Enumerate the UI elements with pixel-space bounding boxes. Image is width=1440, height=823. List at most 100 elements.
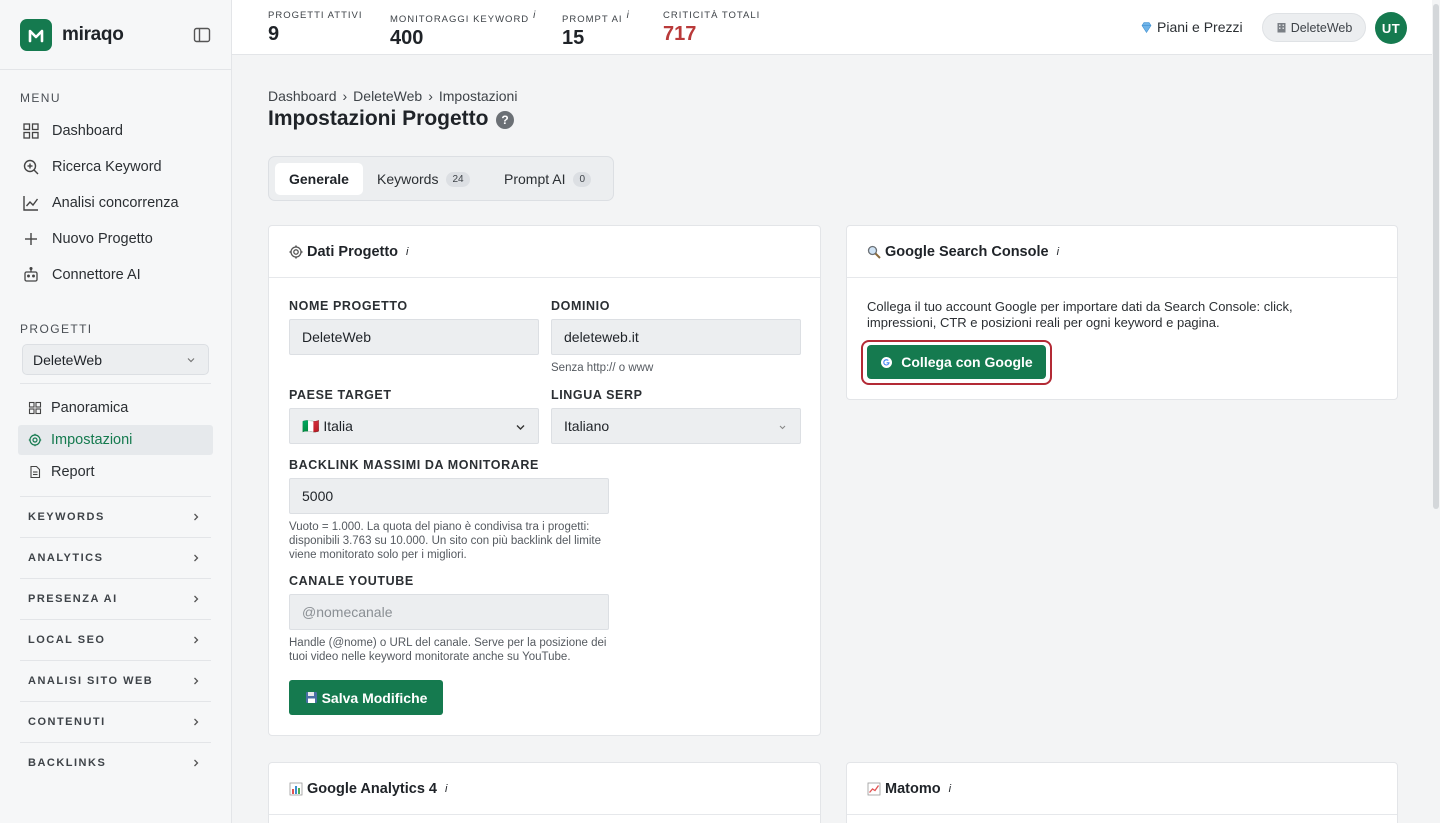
avatar[interactable]: UT bbox=[1375, 12, 1407, 44]
stat-value: 9 bbox=[268, 23, 280, 45]
group-label: CONTENUTI bbox=[28, 716, 106, 728]
breadcrumb-item[interactable]: Dashboard bbox=[268, 88, 337, 104]
nome-progetto-input[interactable]: DeleteWeb bbox=[289, 319, 539, 355]
document-icon bbox=[30, 465, 41, 479]
info-icon[interactable]: i bbox=[445, 783, 447, 795]
dominio-input[interactable]: deleteweb.it bbox=[551, 319, 801, 355]
tab-generale[interactable]: Generale bbox=[275, 163, 363, 195]
chevron-right-icon bbox=[194, 513, 199, 521]
group-label: ANALYTICS bbox=[28, 552, 104, 564]
plans-link[interactable]: Piani e Prezzi bbox=[1140, 19, 1243, 35]
page-title: Impostazioni Progetto bbox=[268, 107, 489, 130]
tabs: Generale Keywords 24 Prompt AI 0 bbox=[268, 156, 614, 201]
sidebar-group-contenuti[interactable]: CONTENUTI bbox=[20, 701, 211, 742]
tab-label: Prompt AI bbox=[504, 171, 566, 187]
sidebar-item-analisi-concorrenza[interactable]: Analisi concorrenza bbox=[22, 189, 179, 217]
stat-label: PROMPT AI i bbox=[562, 10, 630, 25]
tab-badge: 0 bbox=[573, 171, 592, 187]
sidebar-group-presenza-ai[interactable]: PRESENZA AI bbox=[20, 578, 211, 619]
gear-icon bbox=[289, 245, 303, 258]
chevron-right-icon bbox=[194, 677, 199, 685]
chart-line-icon bbox=[23, 196, 39, 211]
group-label: PRESENZA AI bbox=[28, 593, 118, 605]
info-icon[interactable]: i bbox=[406, 246, 408, 258]
sidebar-group-keywords[interactable]: KEYWORDS bbox=[20, 496, 211, 537]
card-title: Google Search Console bbox=[885, 243, 1049, 260]
project-chip[interactable]: DeleteWeb bbox=[1262, 13, 1366, 42]
canale-youtube-input[interactable]: @nomecanale bbox=[289, 594, 609, 630]
sidebar-item-impostazioni[interactable]: Impostazioni bbox=[18, 425, 213, 455]
sidebar-group-analisi-sito-web[interactable]: ANALISI SITO WEB bbox=[20, 660, 211, 701]
sidebar-item-nuovo-progetto[interactable]: Nuovo Progetto bbox=[22, 225, 153, 253]
dominio-hint: Senza http:// o www bbox=[551, 362, 654, 374]
info-icon[interactable]: i bbox=[627, 10, 630, 21]
group-label: ANALISI SITO WEB bbox=[28, 675, 154, 687]
card-header: Google Analytics 4 i bbox=[269, 763, 820, 815]
card-title: Matomo bbox=[885, 780, 941, 797]
chevron-down-icon bbox=[187, 358, 195, 363]
card-title: Google Analytics 4 bbox=[307, 780, 437, 797]
sidebar-group-analytics[interactable]: ANALYTICS bbox=[20, 537, 211, 578]
chevron-right-icon bbox=[194, 718, 199, 726]
chevron-right-icon bbox=[194, 636, 199, 644]
scrollbar-thumb[interactable] bbox=[1433, 4, 1439, 509]
gem-icon bbox=[1141, 21, 1152, 33]
paese-target-label: PAESE TARGET bbox=[289, 388, 392, 402]
brand-name: miraqo bbox=[62, 23, 124, 45]
tab-prompt-ai[interactable]: Prompt AI 0 bbox=[490, 163, 605, 195]
card-google-analytics-4: Google Analytics 4 i bbox=[268, 762, 821, 823]
sidebar-item-label: Report bbox=[51, 464, 95, 480]
breadcrumb-item[interactable]: DeleteWeb bbox=[353, 88, 422, 104]
dominio-label: DOMINIO bbox=[551, 299, 611, 313]
tab-label: Keywords bbox=[377, 171, 439, 187]
lingua-serp-select[interactable]: Italiano bbox=[551, 408, 801, 444]
stat-criticita-totali: CRITICITÀ TOTALI 717 bbox=[663, 10, 760, 46]
sidebar-item-ricerca-keyword[interactable]: Ricerca Keyword bbox=[22, 153, 162, 181]
sidebar-item-label: Ricerca Keyword bbox=[52, 159, 162, 175]
connect-google-label: Collega con Google bbox=[901, 354, 1033, 370]
sidebar-group-backlinks[interactable]: BACKLINKS bbox=[20, 742, 211, 783]
lingua-serp-label: LINGUA SERP bbox=[551, 388, 643, 402]
stat-label: CRITICITÀ TOTALI bbox=[663, 10, 760, 21]
project-select[interactable]: DeleteWeb bbox=[22, 344, 209, 375]
sidebar-item-report[interactable]: Report bbox=[18, 457, 213, 487]
info-icon[interactable]: i bbox=[949, 783, 951, 795]
stat-value: 400 bbox=[390, 27, 424, 50]
sidebar-item-label: Connettore AI bbox=[52, 267, 141, 283]
paese-target-select[interactable]: 🇮🇹 Italia bbox=[289, 408, 539, 444]
info-icon[interactable]: i bbox=[533, 10, 536, 21]
plus-icon bbox=[25, 233, 37, 245]
info-icon[interactable]: i bbox=[1057, 246, 1059, 258]
breadcrumb-separator: › bbox=[342, 88, 348, 104]
connect-google-button[interactable]: Collega con Google bbox=[867, 345, 1046, 379]
brand-header: miraqo bbox=[0, 0, 231, 70]
page-scrollbar[interactable] bbox=[1432, 0, 1440, 823]
sidebar-collapse-icon[interactable] bbox=[193, 26, 211, 44]
plans-label: Piani e Prezzi bbox=[1157, 19, 1243, 35]
sidebar-item-connettore-ai[interactable]: Connettore AI bbox=[22, 261, 141, 289]
stat-prompt-ai: PROMPT AI i 15 bbox=[562, 10, 630, 50]
magnifier-icon bbox=[867, 245, 881, 259]
search-icon bbox=[23, 159, 39, 175]
logo-m-icon bbox=[28, 29, 44, 42]
canale-youtube-hint: Handle (@nome) o URL del canale. Serve p… bbox=[289, 637, 607, 663]
sidebar-group-local-seo[interactable]: LOCAL SEO bbox=[20, 619, 211, 660]
stat-label-text: MONITORAGGI KEYWORD bbox=[390, 14, 530, 26]
group-label: BACKLINKS bbox=[28, 757, 107, 769]
canale-youtube-label: CANALE YOUTUBE bbox=[289, 574, 414, 588]
card-header: Google Search Console i bbox=[847, 226, 1397, 278]
help-icon[interactable]: ? bbox=[496, 111, 514, 129]
backlink-max-input[interactable]: 5000 bbox=[289, 478, 609, 514]
logo[interactable] bbox=[20, 18, 52, 51]
sidebar-item-label: Dashboard bbox=[52, 123, 123, 139]
stat-monitoraggi-keyword: MONITORAGGI KEYWORD i 400 bbox=[390, 10, 536, 50]
group-label: LOCAL SEO bbox=[28, 634, 106, 646]
gsc-description: Collega il tuo account Google per import… bbox=[867, 299, 1293, 330]
sidebar-item-dashboard[interactable]: Dashboard bbox=[22, 117, 123, 145]
sidebar-item-panoramica[interactable]: Panoramica bbox=[18, 393, 213, 423]
save-button[interactable]: Salva Modifiche bbox=[289, 680, 443, 715]
grid-icon bbox=[23, 123, 39, 139]
tab-keywords[interactable]: Keywords 24 bbox=[363, 163, 484, 195]
paese-target-value: 🇮🇹 Italia bbox=[302, 417, 353, 434]
google-g-icon bbox=[881, 356, 893, 368]
